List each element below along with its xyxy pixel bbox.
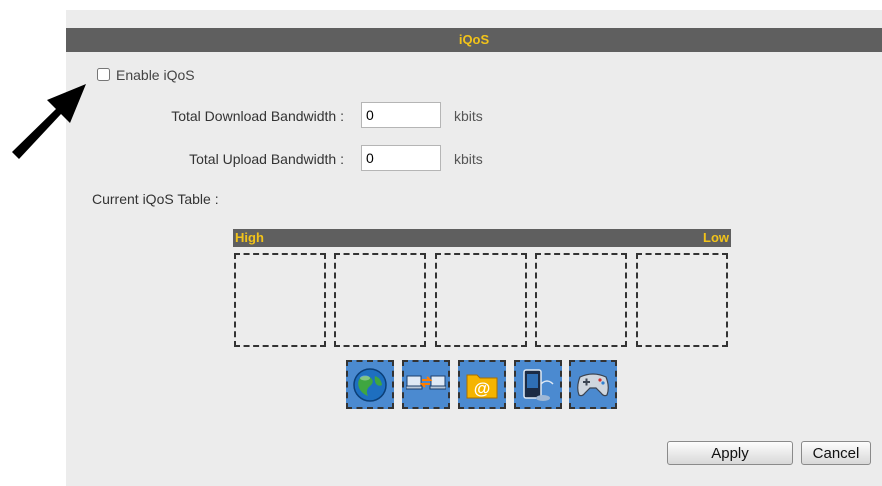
priority-slot-3[interactable] — [435, 253, 527, 347]
media-player-icon — [523, 368, 554, 401]
priority-high-label: High — [235, 230, 264, 245]
service-email[interactable]: @ — [458, 360, 506, 409]
upload-unit: kbits — [454, 151, 483, 167]
download-bandwidth-label: Total Download Bandwidth : — [171, 108, 344, 124]
upload-bandwidth-input[interactable] — [361, 145, 441, 171]
priority-slot-4[interactable] — [535, 253, 627, 347]
priority-bar: High Low — [233, 229, 731, 247]
service-file-transfer[interactable] — [402, 360, 450, 409]
enable-iqos-label: Enable iQoS — [116, 67, 195, 83]
service-globe[interactable] — [346, 360, 394, 409]
email-folder-icon: @ — [466, 374, 498, 398]
service-media[interactable] — [514, 360, 562, 409]
gamepad-icon — [577, 372, 609, 396]
priority-low-label: Low — [703, 230, 729, 245]
iqos-table-title: Current iQoS Table : — [92, 191, 219, 207]
download-unit: kbits — [454, 108, 483, 124]
svg-text:@: @ — [474, 379, 491, 398]
cancel-button[interactable]: Cancel — [801, 441, 871, 465]
priority-slot-5[interactable] — [636, 253, 728, 347]
globe-icon — [353, 367, 387, 402]
priority-slot-1[interactable] — [234, 253, 326, 347]
pointer-arrow-icon — [12, 84, 86, 159]
upload-bandwidth-label: Total Upload Bandwidth : — [189, 151, 344, 167]
network-transfer-icon — [406, 375, 446, 389]
download-bandwidth-input[interactable] — [361, 102, 441, 128]
service-gaming[interactable] — [569, 360, 617, 409]
apply-button[interactable]: Apply — [667, 441, 793, 465]
page-title: iQoS — [66, 28, 882, 52]
enable-iqos-checkbox[interactable] — [97, 68, 110, 81]
priority-slot-2[interactable] — [334, 253, 426, 347]
